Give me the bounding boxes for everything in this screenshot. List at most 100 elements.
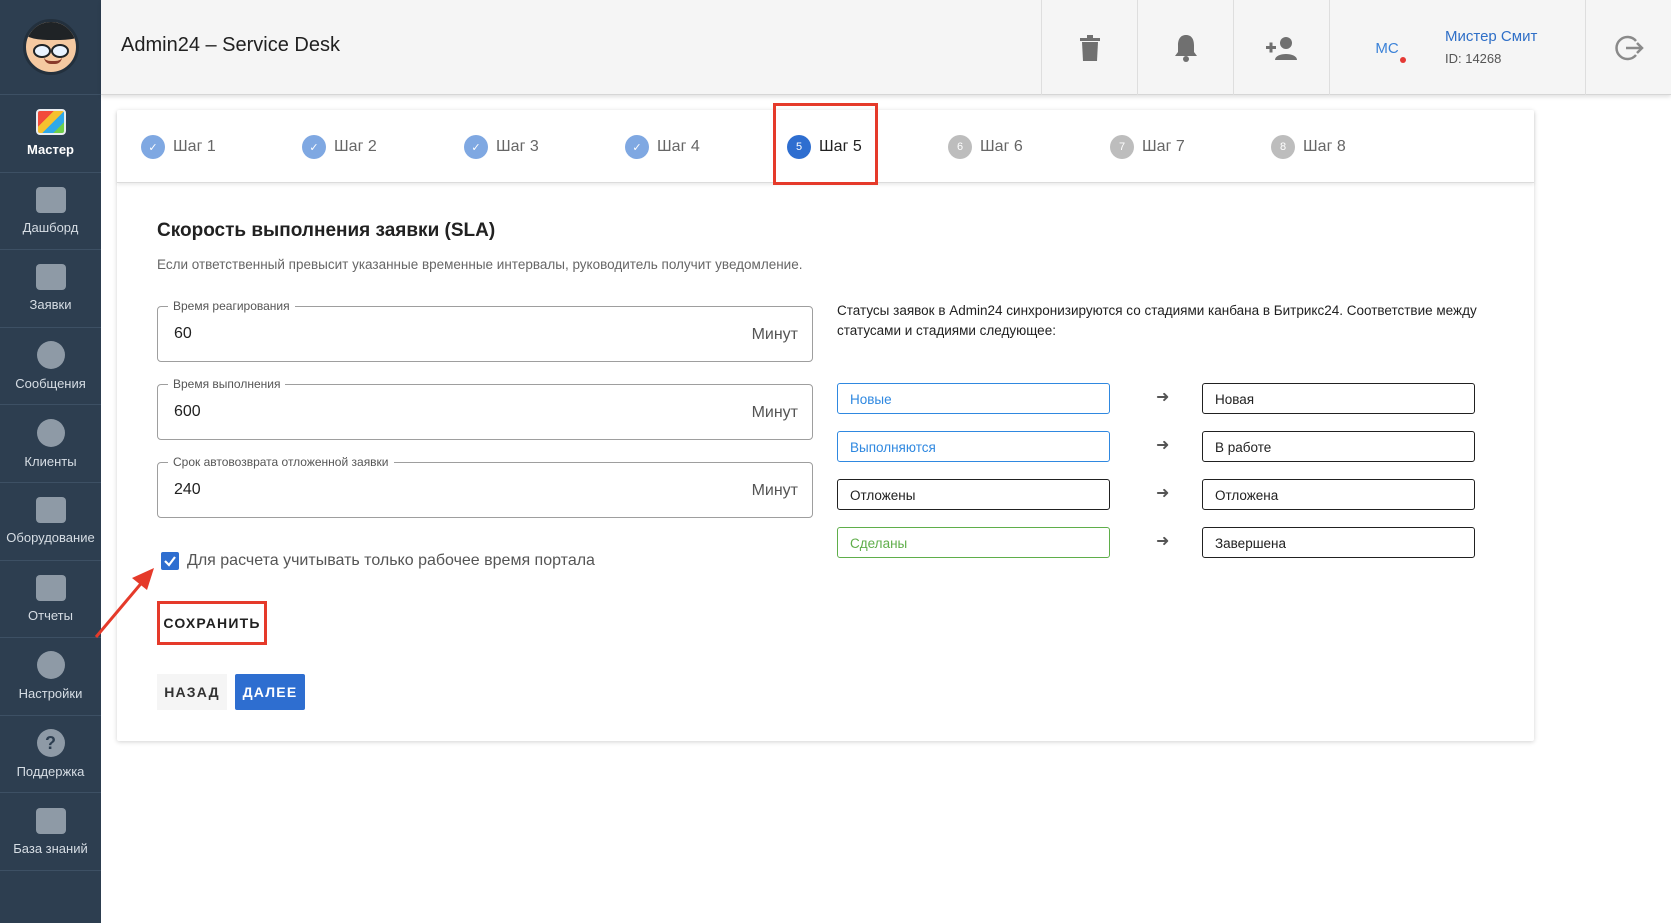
arrow-right-icon: ➜ (1156, 389, 1170, 406)
sidebar-item-wizard[interactable]: Мастер (0, 95, 101, 173)
sidebar: Мастер Дашборд Заявки Сообщения Клиенты … (0, 0, 101, 923)
status-done: Сделаны (837, 527, 1110, 558)
stage-postponed: Отложена (1202, 479, 1475, 510)
step-4[interactable]: ✓ Шаг 4 (625, 135, 700, 159)
sidebar-item-label: Заявки (29, 297, 72, 313)
clients-icon (36, 418, 65, 447)
check-icon: ✓ (625, 135, 649, 159)
equipment-icon (35, 497, 66, 524)
sidebar-item-label: Поддержка (16, 764, 85, 780)
arrow-right-icon: ➜ (1156, 485, 1170, 502)
stage-in-progress: В работе (1202, 431, 1475, 462)
step-8[interactable]: 8 Шаг 8 (1271, 135, 1346, 159)
sidebar-item-label: Отчеты (28, 607, 73, 623)
check-icon: ✓ (302, 135, 326, 159)
user-name[interactable]: Мистер Смит (1445, 28, 1537, 45)
step-7[interactable]: 7 Шаг 7 (1110, 135, 1185, 159)
sidebar-item-messages[interactable]: Сообщения (0, 328, 101, 406)
resolution-time-field[interactable]: Время выполнения Минут (157, 377, 813, 440)
reaction-time-input[interactable] (174, 325, 674, 343)
logout-button[interactable] (1585, 0, 1671, 95)
status-in-progress: Выполняются (837, 431, 1110, 462)
sidebar-item-tickets[interactable]: Заявки (0, 250, 101, 328)
status-postponed: Отложены (837, 479, 1110, 510)
help-icon: ? (36, 729, 65, 758)
step-number: 6 (948, 135, 972, 159)
sidebar-item-settings[interactable]: Настройки (0, 638, 101, 716)
chat-icon (36, 341, 65, 370)
sidebar-item-label: База знаний (13, 840, 88, 856)
working-time-checkbox[interactable] (161, 552, 179, 570)
sidebar-item-label: Оборудование (6, 530, 95, 546)
check-icon: ✓ (464, 135, 488, 159)
check-icon: ✓ (141, 135, 165, 159)
step-label: Шаг 3 (496, 138, 539, 155)
stepper: ✓ Шаг 1 ✓ Шаг 2 ✓ Шаг 3 ✓ Шаг 4 5 Шаг 5 … (117, 103, 1534, 185)
step-3[interactable]: ✓ Шаг 3 (464, 135, 539, 159)
sidebar-item-equipment[interactable]: Оборудование (0, 483, 101, 561)
step-label: Шаг 2 (334, 138, 377, 155)
step-label: Шаг 1 (173, 138, 216, 155)
knowledge-base-icon (35, 807, 66, 834)
step-label: Шаг 6 (980, 138, 1023, 155)
logout-icon (1614, 35, 1644, 60)
stage-new: Новая (1202, 383, 1475, 414)
sidebar-item-label: Мастер (27, 142, 74, 158)
user-id: ID: 14268 (1445, 51, 1502, 66)
back-button[interactable]: НАЗАД (157, 674, 227, 710)
add-user-icon (1265, 36, 1297, 60)
reaction-time-field[interactable]: Время реагирования Минут (157, 299, 813, 362)
avatar: МС (1375, 39, 1399, 57)
auto-return-input[interactable] (174, 481, 674, 499)
sidebar-item-label: Настройки (18, 686, 83, 702)
step-2[interactable]: ✓ Шаг 2 (302, 135, 377, 159)
sidebar-item-knowledge-base[interactable]: База знаний (0, 793, 101, 871)
field-label: Время реагирования (168, 299, 295, 313)
bell-icon (1174, 34, 1197, 62)
sidebar-item-support[interactable]: ? Поддержка (0, 716, 101, 794)
logo[interactable] (0, 0, 101, 95)
trash-button[interactable] (1041, 0, 1137, 95)
step-label: Шаг 7 (1142, 138, 1185, 155)
save-button[interactable]: СОХРАНИТЬ (157, 601, 267, 645)
resolution-time-input[interactable] (174, 403, 674, 421)
field-unit: Минут (751, 404, 798, 421)
step-number: 8 (1271, 135, 1295, 159)
section-description: Если ответственный превысит указанные вр… (157, 257, 803, 272)
check-icon (164, 556, 176, 567)
sidebar-item-label: Сообщения (15, 376, 86, 392)
step-6[interactable]: 6 Шаг 6 (948, 135, 1023, 159)
stage-done: Завершена (1202, 527, 1475, 558)
sidebar-item-reports[interactable]: Отчеты (0, 561, 101, 639)
working-time-checkbox-row[interactable]: Для расчета учитывать только рабочее вре… (161, 552, 595, 570)
checkbox-label: Для расчета учитывать только рабочее вре… (187, 552, 595, 569)
sidebar-item-label: Дашборд (22, 219, 79, 235)
logo-avatar-icon (22, 19, 79, 75)
status-sync-description: Статусы заявок в Admin24 синхронизируютс… (837, 303, 1477, 338)
top-header: Admin24 – Service Desk МС Мистер Смит ID… (101, 0, 1671, 95)
arrow-right-icon: ➜ (1156, 437, 1170, 454)
reports-icon (35, 574, 66, 601)
megaphone-icon (35, 264, 66, 291)
add-user-button[interactable] (1233, 0, 1329, 95)
sidebar-item-clients[interactable]: Клиенты (0, 405, 101, 483)
sidebar-item-label: Клиенты (24, 453, 77, 469)
step-label: Шаг 8 (1303, 138, 1346, 155)
field-label: Время выполнения (168, 377, 286, 391)
next-button[interactable]: ДАЛЕЕ (235, 674, 305, 710)
dashboard-icon (35, 186, 66, 213)
sidebar-item-dashboard[interactable]: Дашборд (0, 173, 101, 251)
app-title: Admin24 – Service Desk (121, 34, 340, 56)
status-dot (1400, 57, 1406, 63)
wizard-card: ✓ Шаг 1 ✓ Шаг 2 ✓ Шаг 3 ✓ Шаг 4 5 Шаг 5 … (117, 103, 1534, 741)
wizard-icon (35, 109, 66, 136)
step-number: 7 (1110, 135, 1134, 159)
auto-return-field[interactable]: Срок автовозврата отложенной заявки Мину… (157, 455, 813, 518)
gear-icon (36, 651, 65, 680)
user-profile[interactable]: МС Мистер Смит ID: 14268 (1329, 0, 1585, 95)
field-unit: Минут (751, 326, 798, 343)
step-1[interactable]: ✓ Шаг 1 (141, 135, 216, 159)
step-label: Шаг 4 (657, 138, 700, 155)
notifications-button[interactable] (1137, 0, 1233, 95)
arrow-right-icon: ➜ (1156, 533, 1170, 550)
